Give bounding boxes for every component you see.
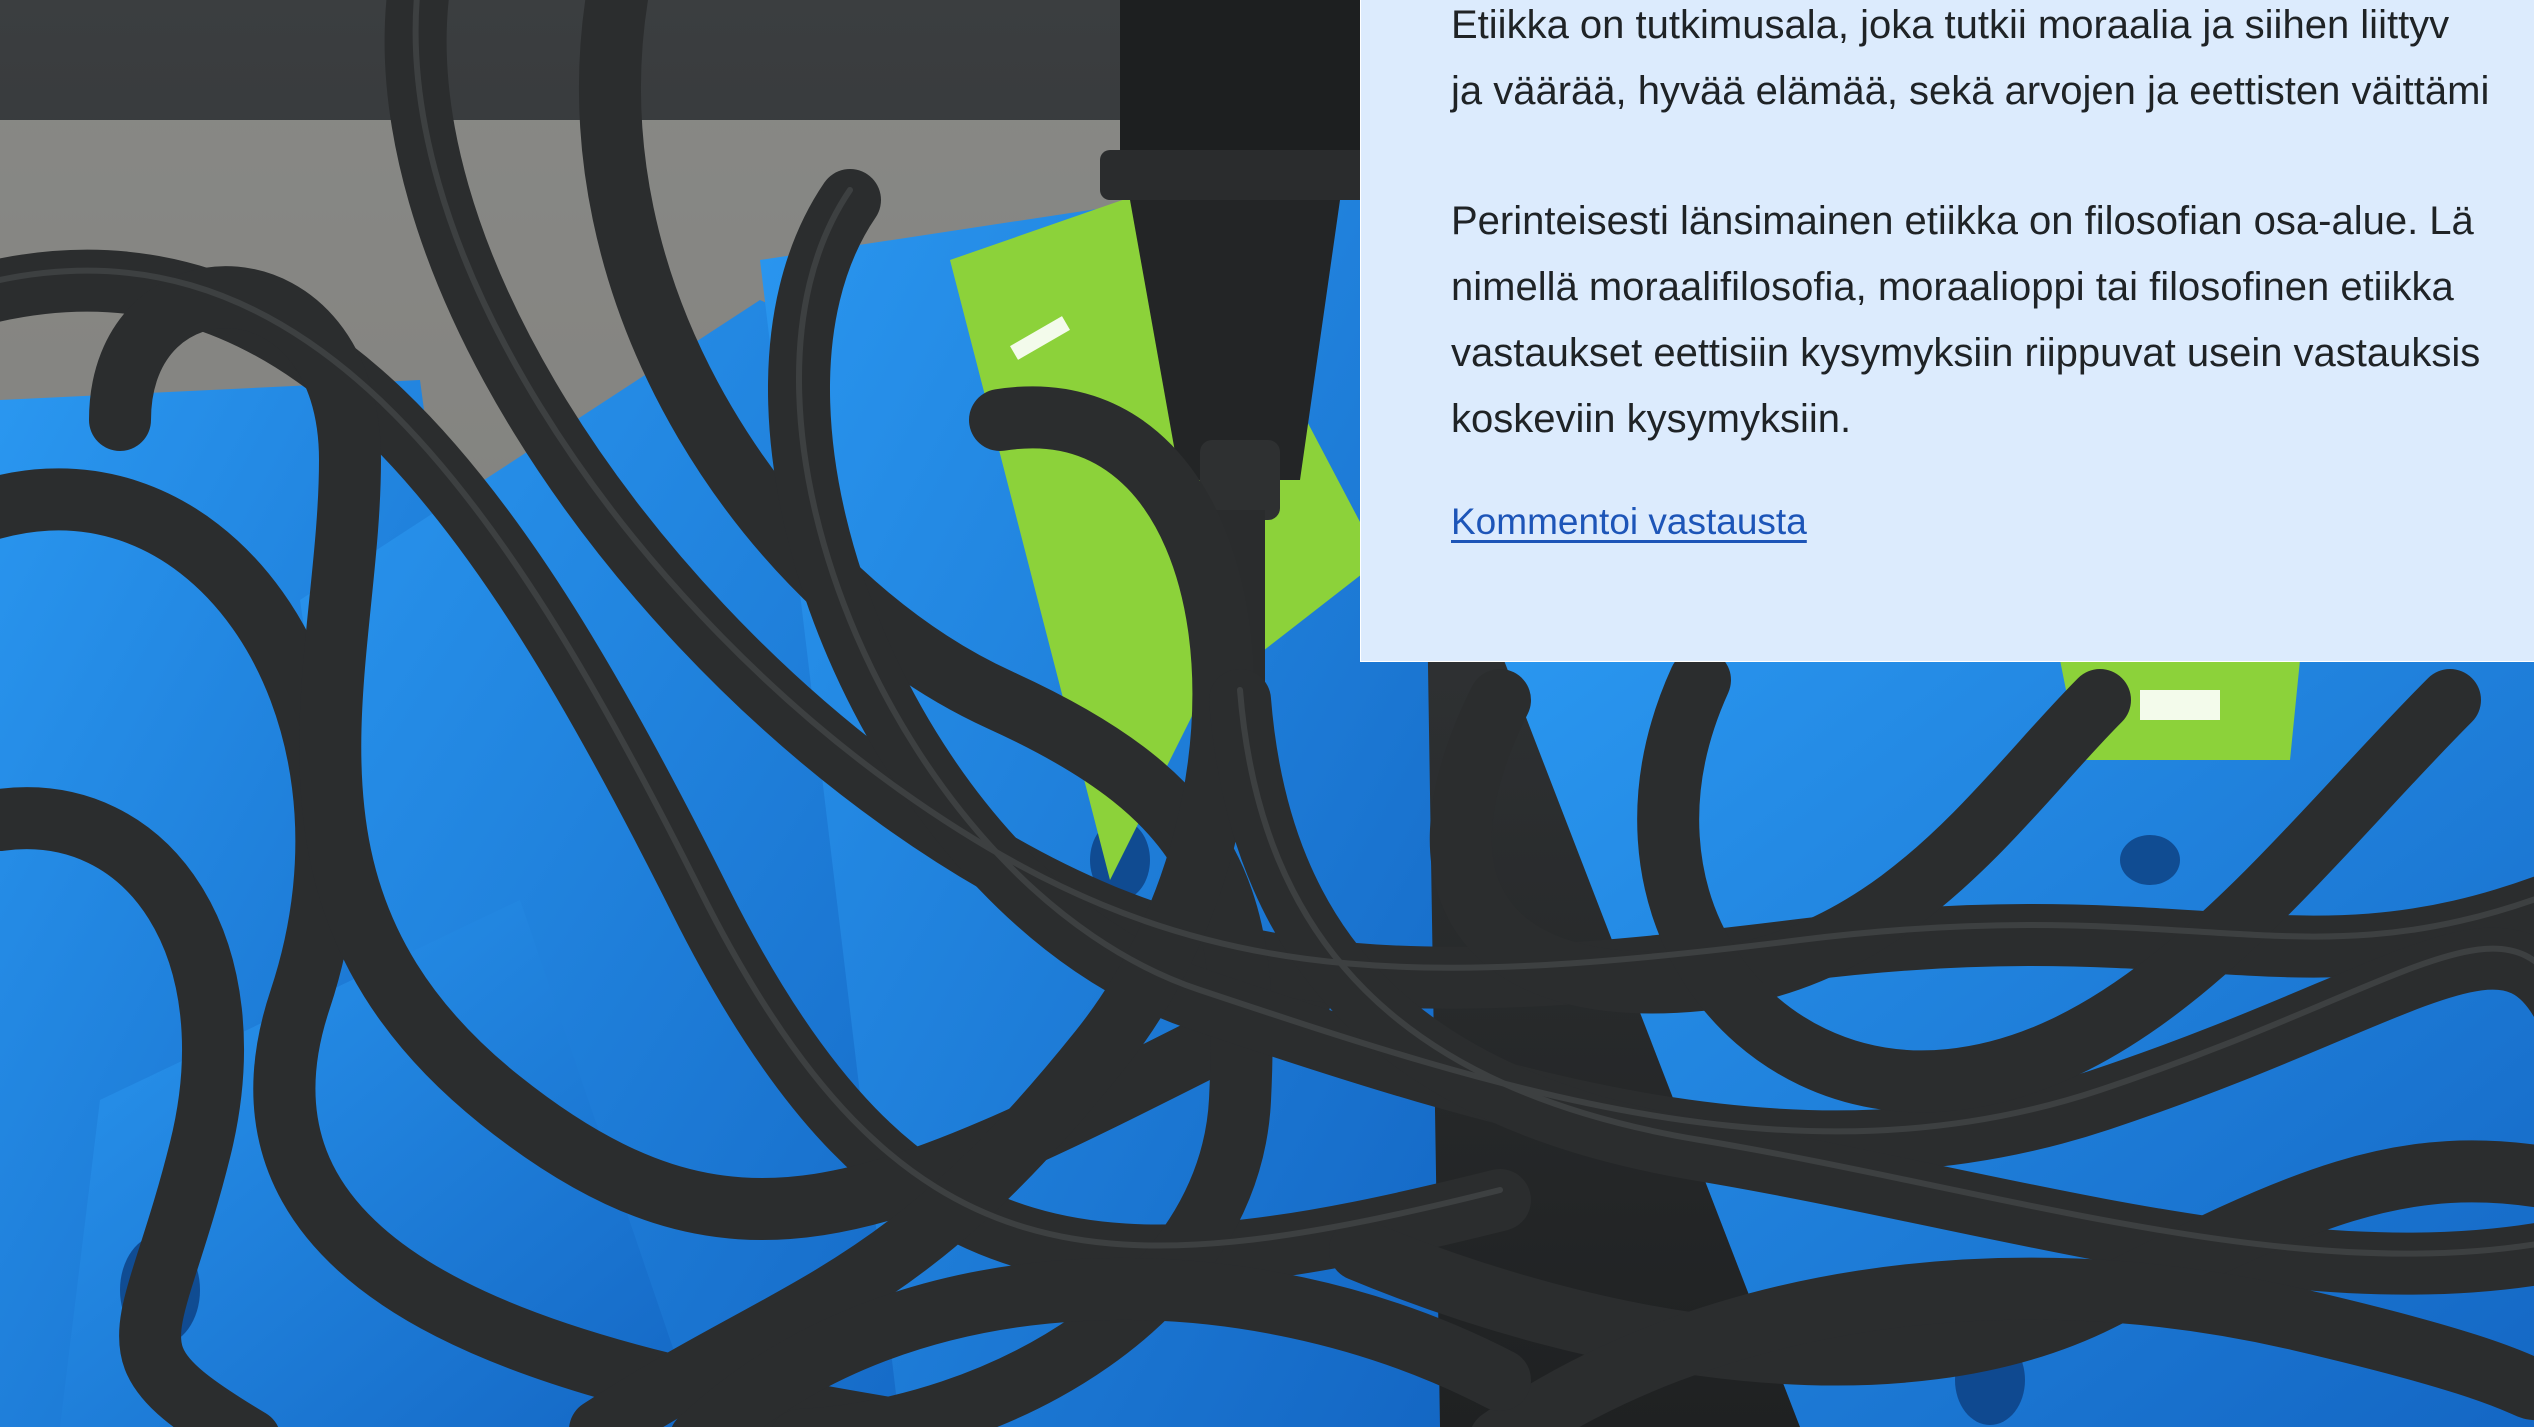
answer-paragraph-2-line: nimellä moraalifilosofia, moraalioppi ta…	[1451, 265, 2454, 309]
page: Etiikka on tutkimusala, joka tutkii mora…	[0, 0, 2534, 1427]
answer-paragraph-2-line: Perinteisesti länsimainen etiikka on fil…	[1451, 199, 2474, 243]
answer-paragraph-2-line: koskeviin kysymyksiin.	[1451, 397, 1852, 441]
answer-paragraph-1-line: Etiikka on tutkimusala, joka tutkii mora…	[1451, 3, 2450, 47]
answer-paragraph-1: Etiikka on tutkimusala, joka tutkii mora…	[1451, 0, 2534, 124]
answer-paragraph-1-line: ja väärää, hyvää elämää, sekä arvojen ja…	[1451, 69, 2490, 113]
answer-paragraph-2: Perinteisesti länsimainen etiikka on fil…	[1451, 188, 2534, 452]
answer-card: Etiikka on tutkimusala, joka tutkii mora…	[1360, 0, 2534, 662]
comment-answer-link[interactable]: Kommentoi vastausta	[1451, 492, 1807, 552]
answer-paragraph-2-line: vastaukset eettisiin kysymyksiin riippuv…	[1451, 331, 2481, 375]
